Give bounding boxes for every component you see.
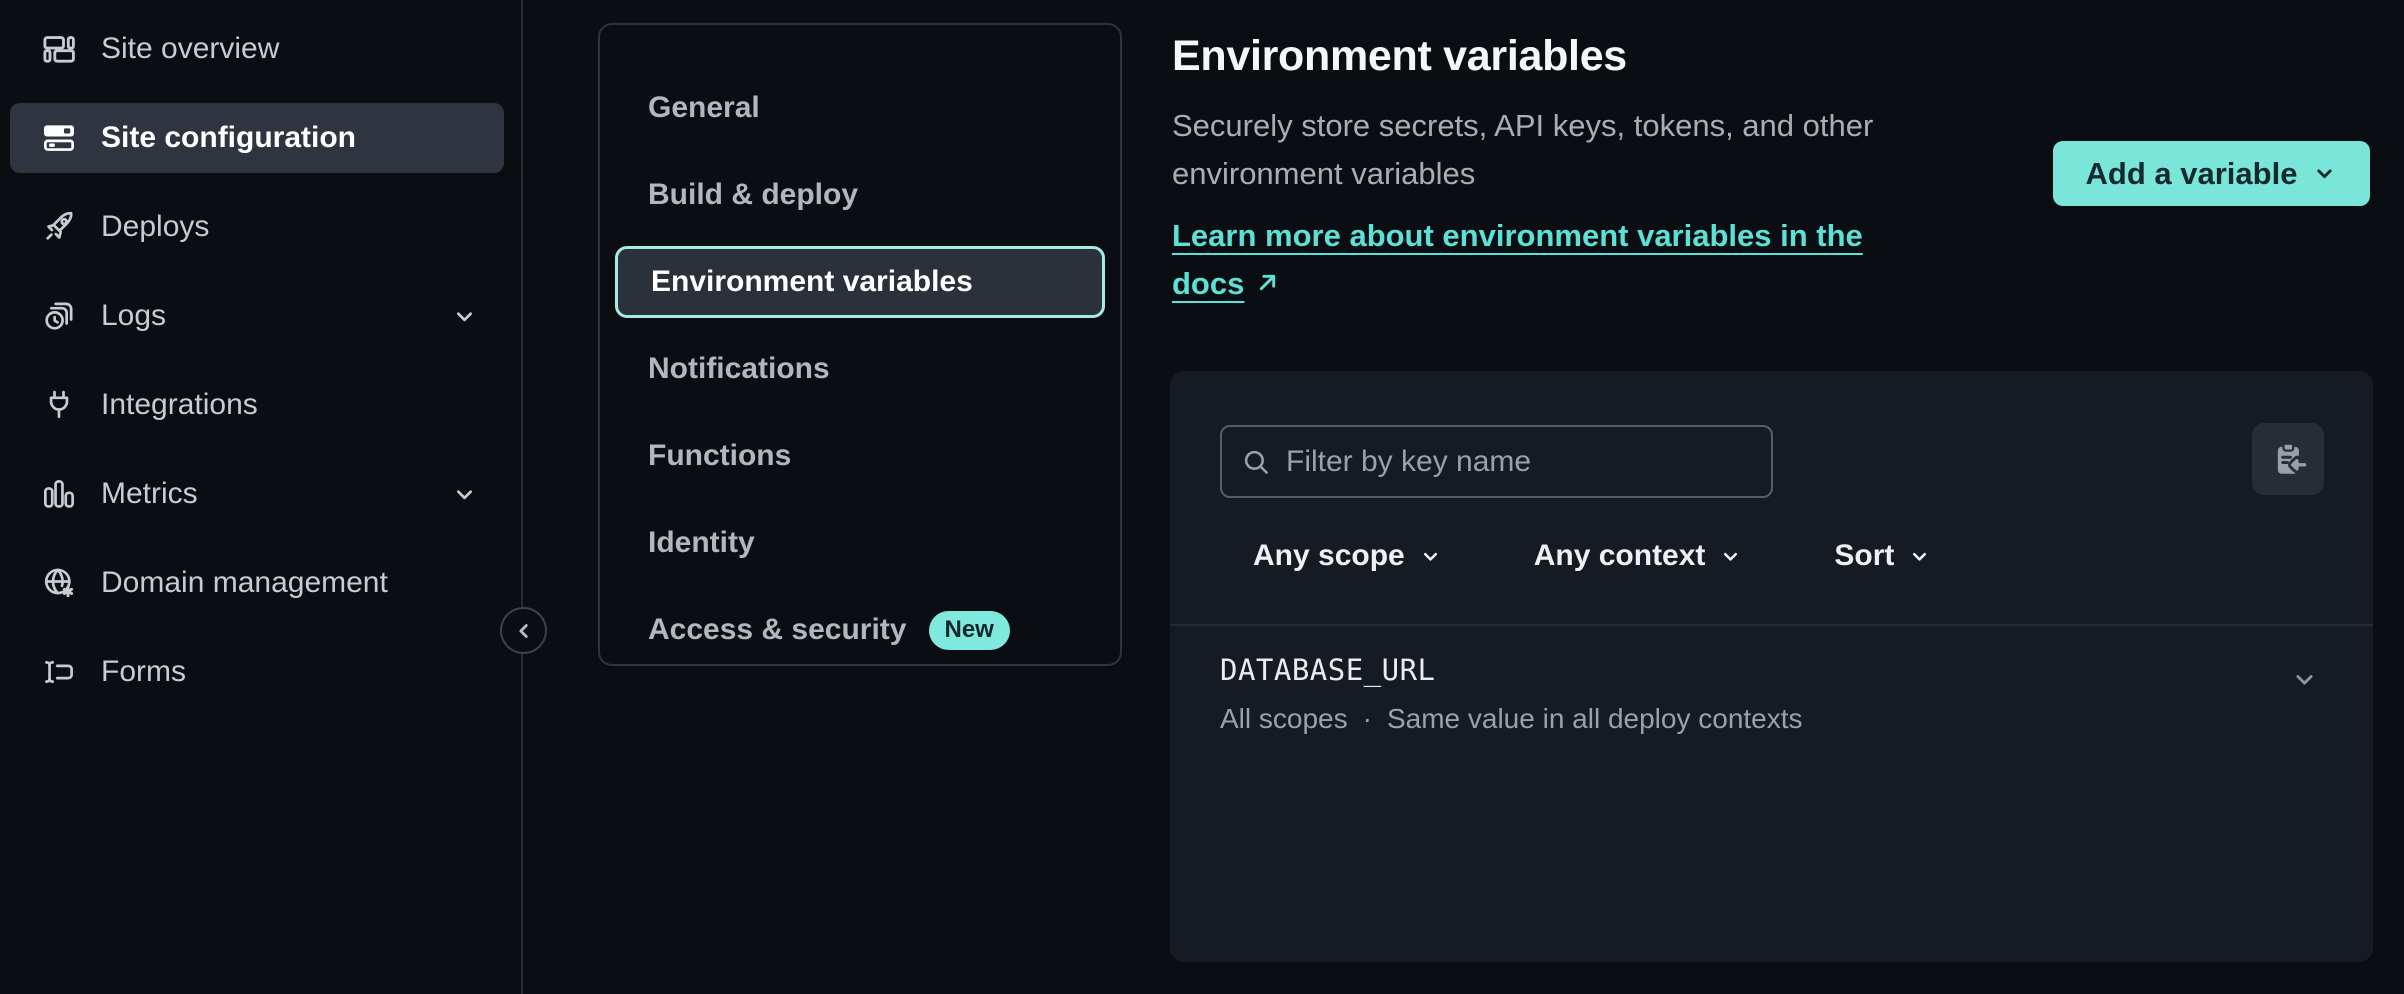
sidebar-item-site-overview[interactable]: Site overview (10, 14, 504, 84)
sidebar: Site overview Site configuration Deploys (0, 0, 522, 994)
filter-key-input[interactable] (1286, 445, 1753, 479)
scope-filter-dropdown[interactable]: Any scope (1253, 539, 1442, 573)
sidebar-collapse-button[interactable] (500, 607, 547, 654)
env-variable-context: Same value in all deploy contexts (1387, 703, 1803, 735)
page-title: Environment variables (1172, 32, 1627, 81)
search-box (1220, 425, 1773, 498)
settings-nav-item-identity[interactable]: Identity (615, 507, 1105, 579)
sort-dropdown[interactable]: Sort (1834, 539, 1931, 573)
panel-divider (1170, 624, 2373, 626)
sidebar-item-label: Site configuration (101, 121, 356, 155)
settings-nav-label: Notifications (648, 352, 830, 386)
settings-nav-item-notifications[interactable]: Notifications (615, 333, 1105, 405)
settings-nav-item-access-security[interactable]: Access & security New (615, 594, 1105, 666)
rocket-icon (41, 209, 77, 245)
dashboard-grid-icon (41, 31, 77, 67)
docs-link[interactable]: Learn more about environment variables i… (1172, 212, 1942, 308)
external-link-arrow-icon (1254, 269, 1281, 296)
settings-nav-label: General (648, 91, 760, 125)
sidebar-item-forms[interactable]: Forms (10, 637, 504, 707)
sidebar-item-metrics[interactable]: Metrics (10, 459, 504, 529)
env-variable-row[interactable]: DATABASE_URL All scopes · Same value in … (1220, 653, 2323, 735)
sidebar-item-logs[interactable]: Logs (10, 281, 504, 351)
settings-nav-item-environment-variables[interactable]: Environment variables (615, 246, 1105, 318)
server-stack-icon (41, 120, 77, 156)
context-filter-label: Any context (1534, 539, 1706, 573)
context-filter-dropdown[interactable]: Any context (1534, 539, 1743, 573)
env-variable-scope: All scopes (1220, 703, 1348, 735)
import-clipboard-icon (2267, 438, 2309, 480)
new-badge: New (929, 611, 1010, 650)
settings-nav-label: Build & deploy (648, 178, 858, 212)
search-icon (1240, 446, 1272, 478)
sidebar-item-integrations[interactable]: Integrations (10, 370, 504, 440)
settings-nav-label: Functions (648, 439, 791, 473)
page-subtitle: Securely store secrets, API keys, tokens… (1172, 102, 1972, 198)
add-variable-label: Add a variable (2086, 156, 2298, 192)
sidebar-item-label: Deploys (101, 210, 209, 244)
form-field-icon (41, 654, 77, 690)
globe-icon (41, 565, 77, 601)
env-variables-panel: Any scope Any context Sort DATABASE_URL … (1170, 371, 2373, 962)
import-env-button[interactable] (2252, 423, 2324, 495)
settings-nav-label: Environment variables (651, 265, 973, 299)
settings-nav: General Build & deploy Environment varia… (598, 23, 1122, 666)
settings-nav-label: Identity (648, 526, 755, 560)
chevron-down-icon (1908, 545, 1931, 568)
settings-nav-label: Access & security (648, 613, 907, 647)
env-variable-meta: All scopes · Same value in all deploy co… (1220, 703, 2323, 735)
add-variable-button[interactable]: Add a variable (2053, 141, 2370, 206)
sidebar-item-label: Metrics (101, 477, 198, 511)
filter-bar: Any scope Any context Sort (1253, 526, 1931, 586)
meta-separator: · (1363, 703, 1372, 735)
sidebar-item-deploys[interactable]: Deploys (10, 192, 504, 262)
sidebar-item-domain-management[interactable]: Domain management (10, 548, 504, 618)
sidebar-divider (521, 0, 523, 994)
logs-clock-icon (41, 298, 77, 334)
sort-label: Sort (1834, 539, 1894, 573)
settings-nav-item-general[interactable]: General (615, 72, 1105, 144)
chevron-down-icon (451, 303, 478, 330)
bar-chart-icon (41, 476, 77, 512)
settings-nav-item-build-deploy[interactable]: Build & deploy (615, 159, 1105, 231)
plug-icon (41, 387, 77, 423)
sidebar-item-label: Domain management (101, 566, 388, 600)
sidebar-item-label: Site overview (101, 32, 279, 66)
sidebar-item-label: Integrations (101, 388, 258, 422)
sidebar-item-label: Logs (101, 299, 166, 333)
chevron-down-icon (1719, 545, 1742, 568)
chevron-down-icon (451, 481, 478, 508)
scope-filter-label: Any scope (1253, 539, 1405, 573)
sidebar-item-site-configuration[interactable]: Site configuration (10, 103, 504, 173)
sidebar-item-label: Forms (101, 655, 186, 689)
chevron-down-icon (2312, 161, 2337, 186)
row-expand-chevron-icon[interactable] (2290, 665, 2319, 694)
chevron-left-icon (513, 620, 535, 642)
chevron-down-icon (1419, 545, 1442, 568)
env-variable-key: DATABASE_URL (1220, 653, 2323, 687)
settings-nav-item-functions[interactable]: Functions (615, 420, 1105, 492)
